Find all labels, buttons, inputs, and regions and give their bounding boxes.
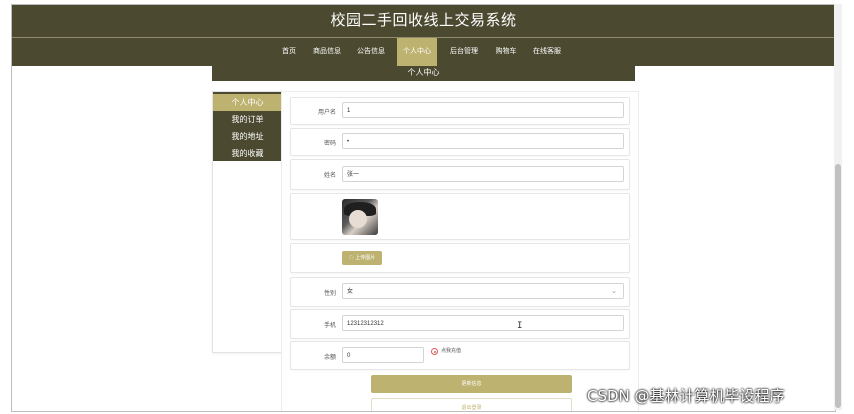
nav-notices[interactable]: 公告信息 — [354, 38, 388, 66]
recharge-radio[interactable] — [431, 348, 438, 355]
name-input[interactable]: 张一 — [342, 166, 624, 182]
text-cursor-icon: I — [517, 321, 523, 331]
form-row-password: 密码 • — [290, 128, 630, 156]
form-row-username: 用户名 1 — [290, 97, 630, 125]
logout-button[interactable]: 退出登录 — [371, 398, 572, 411]
scrollbar-thumb[interactable] — [835, 164, 841, 408]
form-row-name: 姓名 张一 — [290, 159, 630, 190]
password-input[interactable]: • — [342, 133, 624, 149]
sidebar-item-orders[interactable]: 我的订单 — [213, 111, 282, 128]
nav-profile[interactable]: 个人中心 — [397, 38, 437, 66]
nav-admin[interactable]: 后台管理 — [446, 38, 482, 66]
avatar — [342, 199, 378, 235]
phone-label: 手机 — [323, 323, 336, 329]
update-info-button[interactable]: 更新信息 — [371, 375, 572, 393]
upload-label: 上传图片 — [355, 255, 376, 261]
sidebar-item-profile[interactable]: 个人中心 — [213, 94, 282, 111]
gender-label: 性别 — [323, 291, 336, 297]
name-label: 姓名 — [323, 173, 336, 179]
sidebar-item-address[interactable]: 我的地址 — [213, 128, 282, 145]
phone-input[interactable]: 12312312312 — [342, 315, 624, 331]
balance-input[interactable]: 0 — [342, 347, 424, 363]
watermark: CSDN @基林计算机毕设程序 — [587, 387, 785, 405]
sidebar-item-favorites[interactable]: 我的收藏 — [213, 145, 282, 162]
profile-sidebar: 个人中心 我的订单 我的地址 我的收藏 — [212, 91, 282, 353]
form-row-upload: ☁ 上传图片 — [290, 243, 630, 273]
top-nav: 首页 商品信息 公告信息 个人中心 后台管理 购物车 在线客服 — [12, 38, 835, 66]
gender-value: 女 — [347, 289, 354, 295]
password-label: 密码 — [323, 141, 336, 147]
nav-cart[interactable]: 购物车 — [492, 38, 520, 66]
form-row-phone: 手机 12312312312 — [290, 309, 630, 339]
nav-home[interactable]: 首页 — [278, 38, 300, 66]
site-title: 校园二手回收线上交易系统 — [12, 5, 835, 37]
avatar-face — [349, 210, 367, 228]
username-label: 用户名 — [317, 110, 336, 116]
form-row-avatar — [290, 193, 630, 240]
nav-support[interactable]: 在线客服 — [529, 38, 565, 66]
chevron-down-icon: ⌄ — [611, 288, 617, 295]
page-scrollbar[interactable] — [834, 4, 842, 410]
browser-page: 校园二手回收线上交易系统 首页 商品信息 公告信息 个人中心 后台管理 购物车 … — [11, 4, 836, 412]
username-input[interactable]: 1 — [342, 102, 624, 118]
recharge-link[interactable]: 点我充值 — [441, 347, 461, 354]
upload-image-button[interactable]: ☁ 上传图片 — [342, 251, 382, 265]
balance-label: 余额 — [323, 355, 336, 361]
profile-form: 用户名 1 密码 • 姓名 张一 ☁ 上传图片 性别 女 ⌄ 手机 123123… — [281, 91, 639, 411]
form-row-balance: 余额 0 点我充值 — [290, 341, 630, 370]
form-row-gender: 性别 女 ⌄ — [290, 277, 630, 307]
gender-select[interactable]: 女 ⌄ — [342, 283, 624, 299]
page-title: 个人中心 — [212, 66, 635, 81]
nav-products[interactable]: 商品信息 — [310, 38, 344, 66]
